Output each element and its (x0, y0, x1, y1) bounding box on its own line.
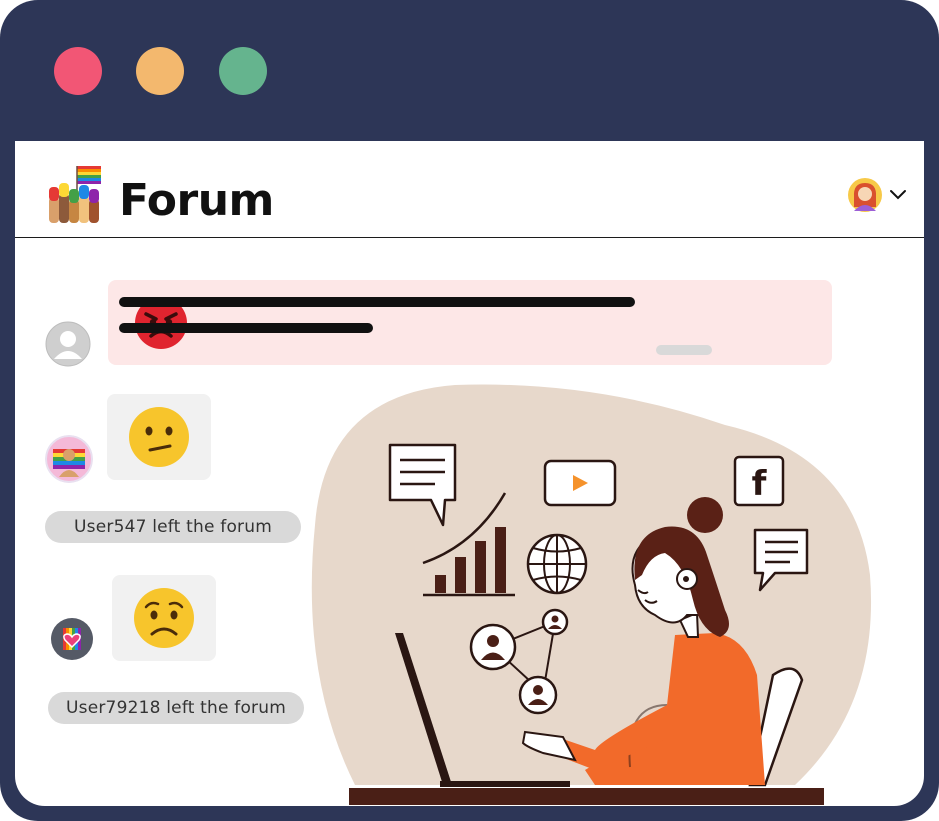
message-timestamp-placeholder (656, 345, 712, 355)
facebook-icon: f (733, 455, 785, 507)
page-title: Forum (119, 175, 274, 226)
user-avatar-icon[interactable] (847, 177, 883, 213)
event-text: User79218 left the forum (66, 698, 286, 718)
worried-face-icon (133, 587, 195, 654)
svg-text:f: f (752, 464, 768, 504)
globe-icon (526, 533, 588, 595)
video-play-icon (543, 459, 617, 507)
message-text-line (119, 323, 373, 333)
event-text: User547 left the forum (74, 517, 272, 537)
default-avatar-icon[interactable] (45, 321, 91, 367)
heart-avatar-icon[interactable] (50, 617, 94, 661)
woman-at-laptop-illustration: f (311, 384, 872, 805)
system-event-message: User547 left the forum (45, 511, 301, 543)
message-text-line (119, 297, 635, 307)
forum-header: Forum (15, 141, 924, 238)
app-window: Forum User547 left the forum User79218 l… (0, 0, 939, 821)
system-event-message: User79218 left the forum (48, 692, 304, 724)
user-menu[interactable] (847, 177, 907, 213)
desk (349, 788, 824, 805)
close-window-button[interactable] (54, 47, 102, 95)
confused-face-icon (128, 406, 190, 473)
minimize-window-button[interactable] (136, 47, 184, 95)
forum-content: Forum User547 left the forum User79218 l… (15, 141, 924, 806)
maximize-window-button[interactable] (219, 47, 267, 95)
raised-hands-pride-flag-icon (45, 163, 107, 232)
pride-avatar-icon[interactable] (45, 435, 93, 483)
chevron-down-icon[interactable] (889, 189, 907, 201)
